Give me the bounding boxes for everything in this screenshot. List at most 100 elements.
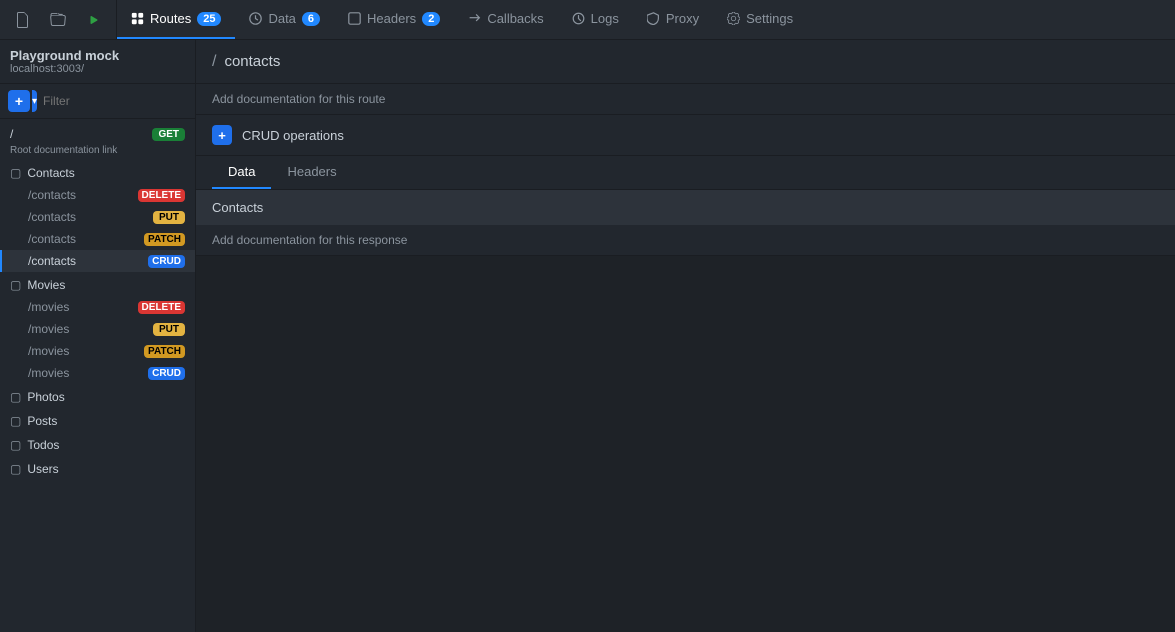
todos-group-label: Todos [27,438,59,452]
users-group-header[interactable]: ▢ Users [0,458,195,480]
tab-routes-badge: 25 [197,12,221,26]
folder-icon-btn[interactable] [44,6,72,34]
tab-data-badge: 6 [302,12,320,26]
contacts-put-badge: PUT [153,211,185,224]
contacts-delete-label: /contacts [28,188,76,202]
contacts-put-label: /contacts [28,210,76,224]
photos-folder-icon: ▢ [10,390,21,404]
response-header: Contacts [196,190,1175,225]
movies-group: ▢ Movies /movies DELETE /movies PUT /mov… [0,274,195,384]
response-section: Contacts Add documentation for this resp… [196,190,1175,256]
contacts-crud-route[interactable]: /contacts CRUD [0,250,195,272]
root-route-label: / [10,127,13,141]
contacts-patch-label: /contacts [28,232,76,246]
photos-group-header[interactable]: ▢ Photos [0,386,195,408]
users-folder-icon: ▢ [10,462,21,476]
todos-folder-icon: ▢ [10,438,21,452]
movies-group-label: Movies [27,278,65,292]
route-slash: / [212,53,216,71]
play-icon-btn[interactable] [80,6,108,34]
todos-group: ▢ Todos [0,434,195,456]
tab-headers-badge: 2 [422,12,440,26]
movies-put-badge: PUT [153,323,185,336]
movies-delete-badge: DELETE [138,301,185,314]
tab-proxy[interactable]: Proxy [633,0,713,39]
root-route-item[interactable]: / GET [0,123,195,145]
tab-settings-label: Settings [746,11,793,26]
file-icon-btn[interactable] [8,6,36,34]
tab-routes[interactable]: Routes 25 [117,0,235,39]
tab-callbacks-label: Callbacks [487,11,543,26]
todos-group-header[interactable]: ▢ Todos [0,434,195,456]
posts-group: ▢ Posts [0,410,195,432]
tab-data[interactable]: Data 6 [235,0,334,39]
top-nav: Routes 25 Data 6 Headers 2 Callbacks Log… [0,0,1175,40]
movies-patch-route[interactable]: /movies PATCH [0,340,195,362]
route-name: contacts [224,53,280,70]
icon-group [0,0,117,39]
add-route-dropdown[interactable]: ▾ [32,90,37,112]
movies-crud-label: /movies [28,366,69,380]
tab-headers-label: Headers [367,11,416,26]
posts-folder-icon: ▢ [10,414,21,428]
movies-patch-label: /movies [28,344,69,358]
contacts-crud-badge: CRUD [148,255,185,268]
app-url: localhost:3003/ [10,63,119,75]
root-route-badge: GET [152,128,185,141]
filter-bar: + ▾ [0,84,195,119]
movies-put-label: /movies [28,322,69,336]
photos-group-label: Photos [27,390,64,404]
tab-logs-label: Logs [591,11,619,26]
nav-tabs: Routes 25 Data 6 Headers 2 Callbacks Log… [117,0,1175,39]
posts-group-header[interactable]: ▢ Posts [0,410,195,432]
contacts-group: ▢ Contacts /contacts DELETE /contacts PU… [0,162,195,272]
movies-delete-route[interactable]: /movies DELETE [0,296,195,318]
contacts-crud-label: /contacts [28,254,76,268]
content-area: / contacts Add documentation for this ro… [196,40,1175,632]
add-route-button[interactable]: + [8,90,30,112]
contacts-put-route[interactable]: /contacts PUT [0,206,195,228]
contacts-patch-route[interactable]: /contacts PATCH [0,228,195,250]
movies-patch-badge: PATCH [144,345,185,358]
sidebar-tree: / GET Root documentation link ▢ Contacts… [0,119,195,632]
movies-crud-badge: CRUD [148,367,185,380]
contacts-group-header[interactable]: ▢ Contacts [0,162,195,184]
sidebar-header: Playground mock localhost:3003/ [0,40,195,84]
tab-settings[interactable]: Settings [713,0,807,39]
content-tab-data[interactable]: Data [212,156,271,189]
main-layout: Playground mock localhost:3003/ + ▾ / GE… [0,40,1175,632]
filter-input[interactable] [43,94,196,108]
content-tab-headers-label: Headers [287,164,336,179]
users-group: ▢ Users [0,458,195,480]
contacts-group-label: Contacts [27,166,74,180]
sidebar: Playground mock localhost:3003/ + ▾ / GE… [0,40,196,632]
movies-crud-route[interactable]: /movies CRUD [0,362,195,384]
posts-group-label: Posts [27,414,57,428]
movies-put-route[interactable]: /movies PUT [0,318,195,340]
movies-folder-icon: ▢ [10,278,21,292]
tab-data-label: Data [268,11,295,26]
route-doc-placeholder[interactable]: Add documentation for this route [196,84,1175,115]
response-doc-placeholder[interactable]: Add documentation for this response [196,225,1175,255]
users-group-label: Users [27,462,58,476]
tab-callbacks[interactable]: Callbacks [454,0,557,39]
content-tabs-row: Data Headers [196,156,1175,190]
crud-header: + CRUD operations [196,115,1175,155]
photos-group: ▢ Photos [0,386,195,408]
root-doc-link: Root documentation link [0,145,195,160]
app-name: Playground mock [10,48,119,63]
tab-routes-label: Routes [150,11,191,26]
content-tab-data-label: Data [228,164,255,179]
contacts-folder-icon: ▢ [10,166,21,180]
crud-plus-button[interactable]: + [212,125,232,145]
content-tab-headers[interactable]: Headers [271,156,352,189]
tab-headers[interactable]: Headers 2 [334,0,454,39]
tab-logs[interactable]: Logs [558,0,633,39]
contacts-patch-badge: PATCH [144,233,185,246]
contacts-delete-badge: DELETE [138,189,185,202]
response-title: Contacts [212,200,263,215]
contacts-delete-route[interactable]: /contacts DELETE [0,184,195,206]
movies-group-header[interactable]: ▢ Movies [0,274,195,296]
tab-proxy-label: Proxy [666,11,699,26]
crud-title: CRUD operations [242,128,344,143]
